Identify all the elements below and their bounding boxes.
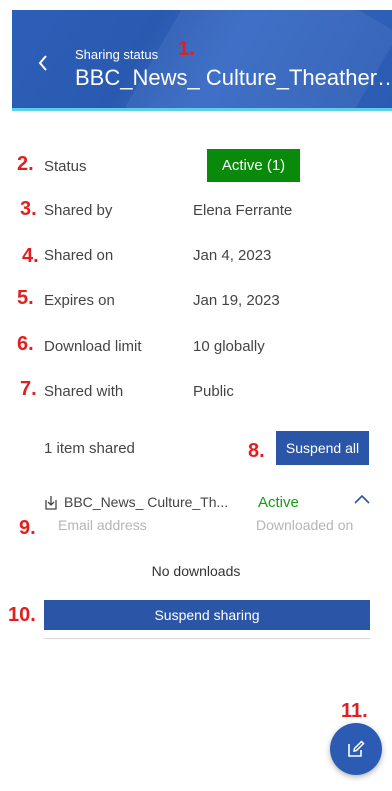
marker-10: 10.	[8, 604, 36, 626]
marker-9: 9.	[19, 517, 36, 539]
status-badge: Active (1)	[207, 149, 300, 182]
download-limit-label: Download limit	[44, 338, 142, 355]
shared-on-label: Shared on	[44, 247, 114, 264]
shared-by-value: Elena Ferrante	[193, 202, 293, 219]
shared-file-row[interactable]: BBC_News_ Culture_Th... Active	[44, 494, 374, 514]
column-header-email: Email address	[58, 517, 147, 533]
marker-8: 8.	[248, 440, 265, 462]
header-subtitle: Sharing status	[75, 47, 159, 62]
shared-with-value: Public	[193, 383, 234, 400]
chevron-up-icon[interactable]	[352, 490, 372, 510]
suspend-all-button[interactable]: Suspend all	[276, 431, 369, 465]
marker-11: 11.	[341, 700, 368, 722]
column-header-downloaded-on: Downloaded on	[256, 517, 354, 533]
marker-7: 7.	[20, 378, 37, 400]
divider	[44, 638, 370, 639]
shared-by-label: Shared by	[44, 202, 113, 219]
marker-2: 2.	[17, 153, 34, 175]
suspend-sharing-button[interactable]: Suspend sharing	[44, 600, 370, 630]
marker-1: 1.	[178, 38, 195, 60]
marker-5: 5.	[17, 287, 34, 309]
page-title: BBC_News_ Culture_Theather_...	[75, 65, 392, 90]
items-shared-count: 1 item shared	[44, 440, 135, 457]
marker-6: 6.	[17, 333, 34, 355]
empty-downloads-message: No downloads	[151, 563, 241, 579]
chevron-left-icon	[38, 55, 47, 71]
download-limit-value: 10 globally	[193, 338, 265, 355]
edit-fab-button[interactable]	[330, 723, 382, 775]
download-file-icon	[45, 496, 57, 510]
shared-with-label: Shared with	[44, 383, 124, 400]
expires-on-label: Expires on	[44, 292, 115, 309]
expires-on-value: Jan 19, 2023	[193, 292, 280, 309]
shared-file-status: Active	[258, 494, 299, 511]
header-banner: Sharing status BBC_News_ Culture_Theathe…	[12, 10, 392, 108]
edit-icon	[348, 740, 365, 757]
shared-file-name: BBC_News_ Culture_Th...	[64, 494, 229, 510]
shared-on-value: Jan 4, 2023	[193, 247, 272, 264]
marker-3: 3.	[20, 198, 37, 220]
back-button[interactable]	[36, 54, 54, 78]
header-accent-line	[12, 108, 392, 111]
marker-4: 4.	[22, 245, 39, 267]
status-label: Status	[44, 158, 87, 175]
